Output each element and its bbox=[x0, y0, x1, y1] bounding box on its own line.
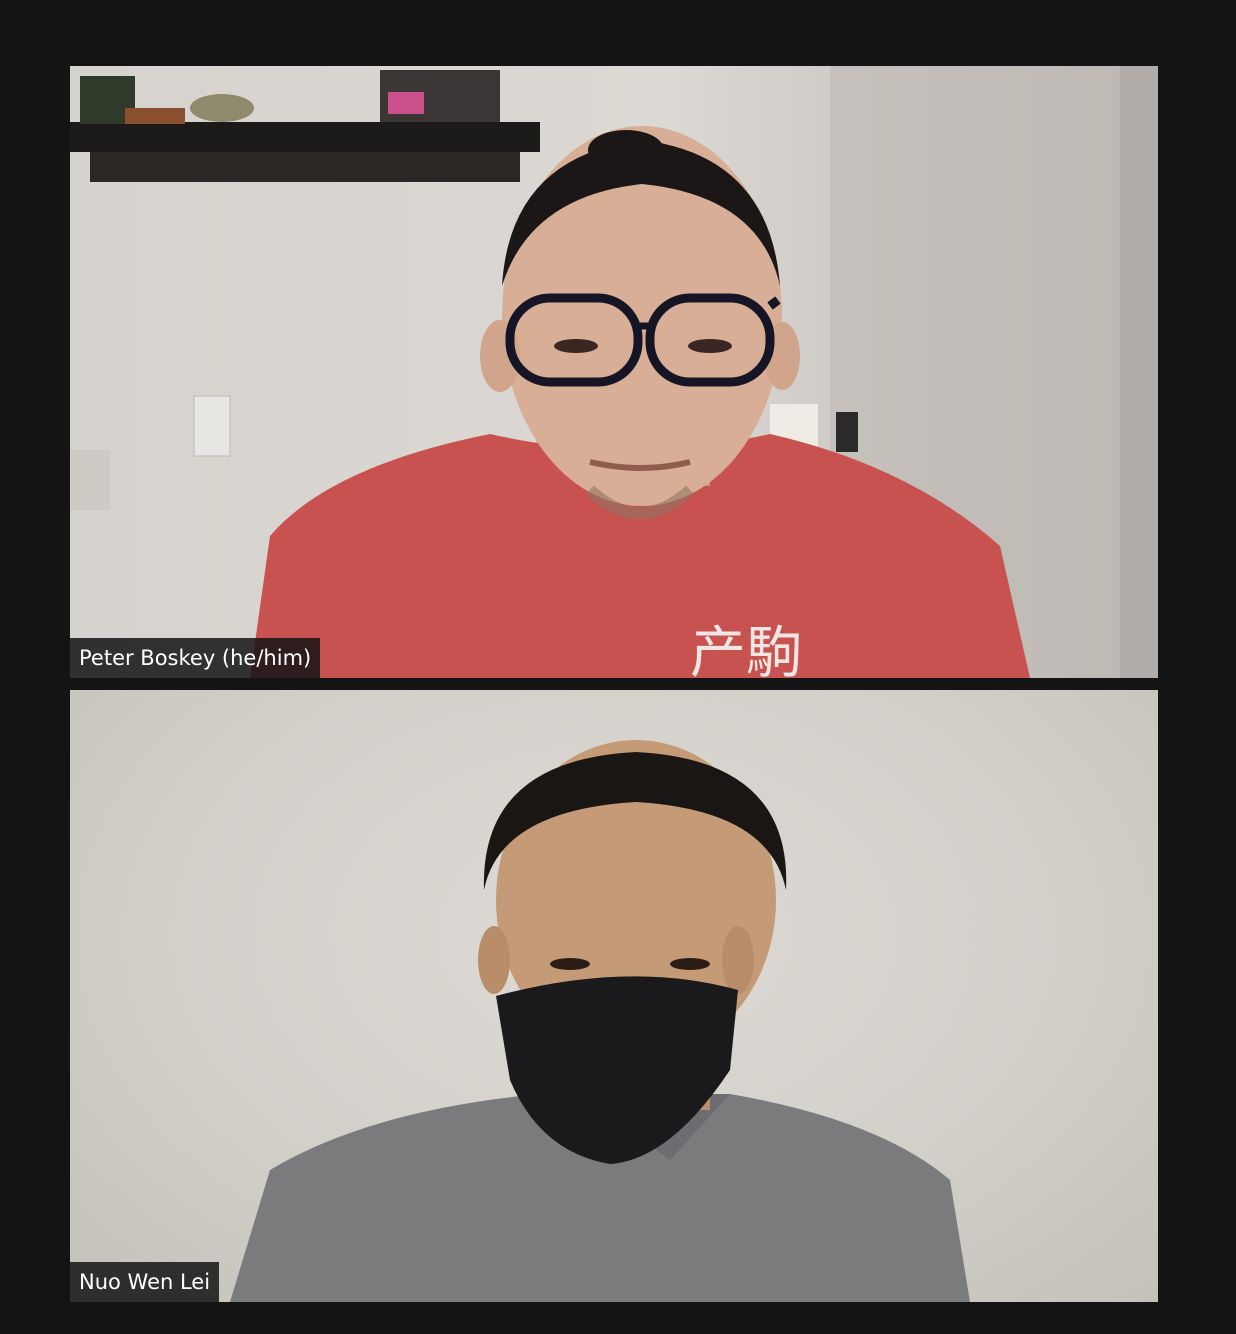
video-tile-peter-boskey[interactable]: 产駒 Peter Boskey (he/him) bbox=[70, 66, 1158, 678]
participant-video-feed: 产駒 bbox=[70, 66, 1158, 678]
participant-name-label: Peter Boskey (he/him) bbox=[70, 638, 321, 678]
svg-text:产駒: 产駒 bbox=[690, 621, 802, 678]
participant-name-label: Nuo Wen Lei bbox=[70, 1262, 220, 1302]
participant-video-feed bbox=[230, 740, 970, 1302]
video-tile-nuo-wen-lei[interactable]: Nuo Wen Lei bbox=[70, 690, 1158, 1302]
